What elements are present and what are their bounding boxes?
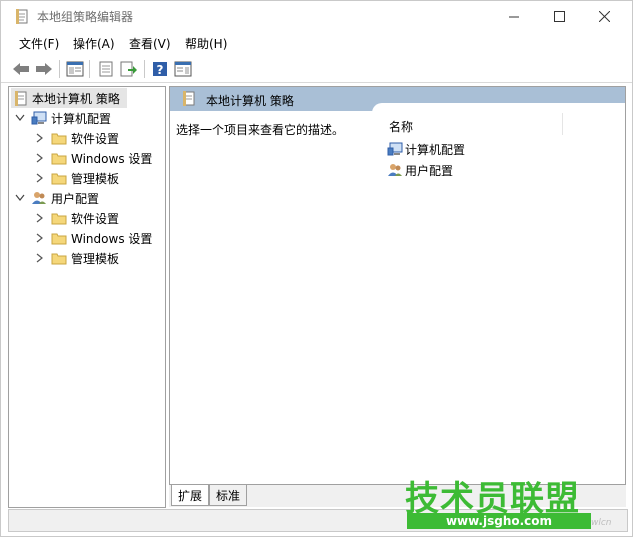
list-item-label: 用户配置 (405, 163, 454, 178)
list-item-computer-config[interactable]: 计算机配置 (387, 139, 465, 159)
minimize-button[interactable] (491, 1, 537, 31)
policy-document-icon (14, 90, 28, 106)
tab-extended[interactable]: 扩展 (171, 485, 210, 506)
tree-user-label: 用户配置 (51, 191, 100, 206)
title-bar[interactable]: 本地组策略编辑器 (1, 1, 632, 31)
toolbar-separator (144, 60, 145, 78)
menu-help[interactable]: 帮助(H) (185, 35, 227, 52)
tree-item-computer-windows[interactable]: Windows 设置 (35, 148, 152, 168)
column-separator[interactable] (562, 113, 563, 135)
tree-item-user-admin-templates[interactable]: 管理模板 (35, 248, 119, 268)
console-tree[interactable]: 本地计算机 策略 计算机配置 软件设置 Windows 设置 管理模板 用户配置… (8, 86, 166, 508)
show-hide-action-pane-icon[interactable] (173, 59, 193, 79)
help-icon[interactable]: ? (150, 59, 170, 79)
computer-icon (31, 111, 47, 125)
folder-icon (51, 252, 67, 265)
tree-item-root[interactable]: 本地计算机 策略 (11, 88, 127, 108)
watermark-tag: wlcn (591, 518, 612, 528)
list-item-label: 计算机配置 (405, 142, 466, 157)
details-pane: 本地计算机 策略 选择一个项目来查看它的描述。 名称 计算机配置 用户配置 (169, 86, 626, 485)
tree-item-user-config[interactable]: 用户配置 (15, 188, 99, 208)
tree-label: Windows 设置 (71, 151, 153, 166)
tree-item-user-software[interactable]: 软件设置 (35, 208, 119, 228)
tree-label: 软件设置 (71, 211, 120, 226)
chevron-down-icon[interactable] (15, 193, 25, 203)
chevron-right-icon[interactable] (35, 153, 45, 163)
watermark-logo: 技术员联盟 www.jsgho.com (405, 471, 605, 531)
toolbar-separator (59, 60, 60, 78)
chevron-down-icon[interactable] (15, 113, 25, 123)
svg-text:?: ? (157, 63, 164, 77)
tree-label: Windows 设置 (71, 231, 153, 246)
maximize-button[interactable] (536, 1, 582, 31)
properties-icon[interactable] (96, 59, 116, 79)
item-list[interactable]: 名称 计算机配置 用户配置 (372, 103, 625, 485)
toolbar-separator (89, 60, 90, 78)
watermark-url: www.jsgho.com (407, 513, 591, 529)
tree-item-computer-admin-templates[interactable]: 管理模板 (35, 168, 119, 188)
details-header-title: 本地计算机 策略 (206, 94, 294, 108)
users-icon (387, 163, 403, 177)
main-window: 本地组策略编辑器 文件(F) 操作(A) 查看(V) 帮助(H) ? 本地计算机… (0, 0, 633, 537)
tree-label: 管理模板 (71, 251, 120, 266)
menu-action[interactable]: 操作(A) (73, 35, 115, 52)
folder-icon (51, 132, 67, 145)
tree-label: 软件设置 (71, 131, 120, 146)
show-hide-console-tree-icon[interactable] (65, 59, 85, 79)
menu-view[interactable]: 查看(V) (129, 35, 171, 52)
menu-bar: 文件(F) 操作(A) 查看(V) 帮助(H) (1, 32, 632, 54)
description-text: 选择一个项目来查看它的描述。 (176, 123, 345, 137)
chevron-right-icon[interactable] (35, 133, 45, 143)
forward-arrow-icon[interactable] (34, 59, 54, 79)
toolbar: ? (1, 56, 632, 83)
column-header-name[interactable]: 名称 (389, 118, 413, 135)
chevron-right-icon[interactable] (35, 233, 45, 243)
list-item-user-config[interactable]: 用户配置 (387, 160, 453, 180)
policy-document-icon (15, 9, 29, 24)
policy-document-icon (182, 91, 196, 109)
tree-label: 管理模板 (71, 171, 120, 186)
folder-icon (51, 172, 67, 185)
folder-icon (51, 232, 67, 245)
window-title: 本地组策略编辑器 (37, 10, 134, 24)
folder-icon (51, 152, 67, 165)
chevron-right-icon[interactable] (35, 173, 45, 183)
tree-item-computer-config[interactable]: 计算机配置 (15, 108, 111, 128)
tab-standard[interactable]: 标准 (209, 485, 248, 506)
export-list-icon[interactable] (119, 59, 139, 79)
tree-computer-label: 计算机配置 (51, 111, 112, 126)
back-arrow-icon[interactable] (11, 59, 31, 79)
tree-item-user-windows[interactable]: Windows 设置 (35, 228, 152, 248)
close-button[interactable] (581, 1, 627, 31)
computer-icon (387, 142, 403, 156)
tree-root-label: 本地计算机 策略 (32, 91, 120, 106)
tree-item-computer-software[interactable]: 软件设置 (35, 128, 119, 148)
chevron-right-icon[interactable] (35, 213, 45, 223)
chevron-right-icon[interactable] (35, 253, 45, 263)
users-icon (31, 191, 47, 205)
folder-icon (51, 212, 67, 225)
menu-file[interactable]: 文件(F) (19, 35, 59, 52)
